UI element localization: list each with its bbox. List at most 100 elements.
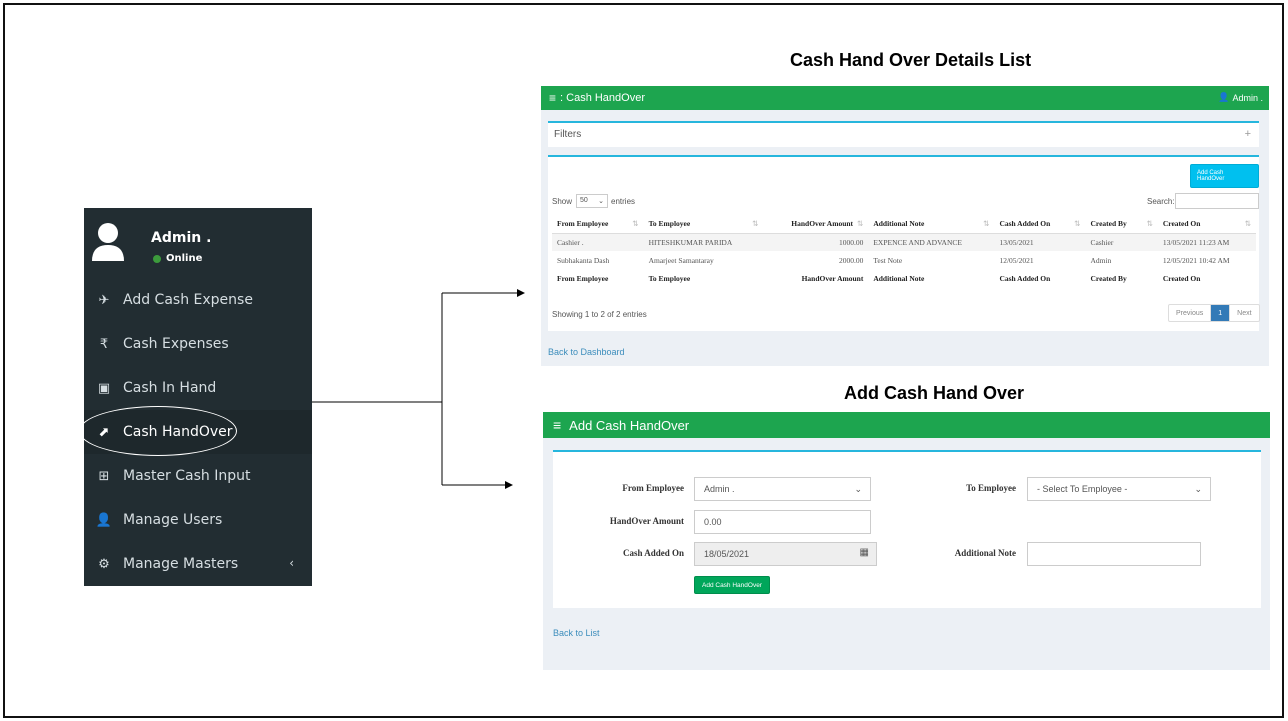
table-row: Cashier . HITESHKUMAR PARIDA 1000.00 EXP…: [552, 233, 1256, 251]
sidebar-item-label: Cash In Hand: [123, 380, 217, 396]
back-to-list-link[interactable]: Back to List: [553, 628, 600, 638]
cell-created-by: Cashier: [1085, 233, 1158, 251]
additional-note-input[interactable]: [1027, 542, 1201, 566]
cash-added-on-value: 18/05/2021: [704, 549, 750, 559]
back-to-dashboard-link[interactable]: Back to Dashboard: [548, 347, 625, 357]
sidebar-menu: ✈ Add Cash Expense ₹ Cash Expenses ▣ Cas…: [84, 278, 312, 586]
sidebar-item-cash-expenses[interactable]: ₹ Cash Expenses: [84, 322, 312, 366]
cash-added-on-input[interactable]: 18/05/2021 ▦: [694, 542, 877, 566]
add-section-title: Add Cash Hand Over: [844, 383, 1025, 403]
chevron-left-icon: ‹: [289, 556, 294, 570]
page-1-button[interactable]: 1: [1211, 305, 1231, 321]
col-created-by[interactable]: Created By ⇅: [1085, 215, 1158, 234]
user-status: Online: [153, 253, 202, 264]
cell-created-on: 12/05/2021 10:42 AM: [1162, 255, 1230, 265]
sidebar-item-label: Manage Users: [123, 512, 223, 528]
add-panel: ≡ Add Cash HandOver From Employee Admin …: [543, 412, 1270, 670]
entries-select[interactable]: 50 ⌄: [576, 194, 608, 208]
list-header-bar: ≡ : Cash HandOver 👤 Admin .: [541, 86, 1269, 110]
sidebar-item-label: Cash HandOver: [123, 424, 233, 440]
hamburger-icon[interactable]: ≡: [553, 417, 561, 433]
entries-value: 50: [580, 197, 588, 204]
col-additional-note[interactable]: Additional Note ⇅: [868, 215, 995, 234]
cell-note: EXPENCE AND ADVANCE: [868, 233, 995, 251]
submit-add-handover-button[interactable]: Add Cash HandOver: [694, 576, 770, 594]
sort-icon: ⇅: [1146, 219, 1153, 229]
sidebar-item-manage-masters[interactable]: ⚙ Manage Masters ‹: [84, 542, 312, 586]
col-from-employee[interactable]: From Employee ⇅: [552, 215, 644, 234]
chevron-down-icon: ⌄: [598, 198, 604, 205]
to-employee-value: - Select To Employee -: [1037, 484, 1128, 494]
table-info: Showing 1 to 2 of 2 entries: [552, 310, 647, 319]
from-employee-select[interactable]: Admin . ⌄: [694, 477, 871, 501]
foot-handover-amount: HandOver Amount: [801, 273, 864, 283]
admin-menu[interactable]: 👤 Admin .: [1218, 92, 1263, 103]
paper-plane-icon: ✈: [98, 292, 110, 308]
calendar-icon[interactable]: ▦: [860, 547, 869, 558]
header-title: Add Cash HandOver: [569, 417, 690, 433]
money-icon: ▣: [97, 380, 111, 396]
add-cash-handover-button[interactable]: Add Cash HandOver: [1190, 164, 1259, 188]
sidebar-item-master-cash-input[interactable]: ⊞ Master Cash Input: [84, 454, 312, 498]
sidebar-item-label: Manage Masters: [123, 556, 239, 572]
col-cash-added-on[interactable]: Cash Added On ⇅: [994, 215, 1086, 234]
cell-added-on: 12/05/2021: [999, 255, 1034, 265]
list-section-title: Cash Hand Over Details List: [790, 50, 1032, 70]
to-employee-label: To Employee: [966, 483, 1016, 493]
sidebar-item-manage-users[interactable]: 👤 Manage Users: [84, 498, 312, 542]
foot-from-employee: From Employee: [557, 273, 609, 283]
user-name: Admin .: [151, 230, 212, 246]
cell-created-by: Admin: [1090, 255, 1112, 265]
sidebar-item-label: Add Cash Expense: [123, 292, 253, 308]
cell-amount: 1000.00: [763, 233, 869, 251]
chevron-down-icon: ⌄: [854, 484, 862, 494]
next-button[interactable]: Next: [1230, 305, 1258, 321]
user-icon: 👤: [1218, 92, 1230, 102]
cell-created-on: 13/05/2021 11:23 AM: [1157, 233, 1256, 251]
add-form-box: From Employee Admin . ⌄ To Employee - Se…: [553, 450, 1261, 608]
handover-table: From Employee ⇅ To Employee ⇅ HandOver Amo…: [552, 215, 1256, 287]
list-box: Add Cash HandOver Show 50 ⌄ entries Sear…: [548, 155, 1260, 331]
filters-box[interactable]: Filters +: [548, 121, 1259, 147]
col-created-on[interactable]: Created On ⇅: [1157, 215, 1256, 234]
sort-icon: ⇅: [752, 219, 759, 229]
sort-icon: ⇅: [1074, 219, 1081, 229]
col-handover-amount[interactable]: HandOver Amount ⇅: [763, 215, 869, 234]
cash-added-on-label: Cash Added On: [622, 548, 684, 558]
sidebar-item-cash-in-hand[interactable]: ▣ Cash In Hand: [84, 366, 312, 410]
foot-to-employee: To Employee: [648, 273, 691, 283]
cell-from: Subhakanta Dash: [557, 255, 610, 265]
cell-to: HITESHKUMAR PARIDA: [643, 233, 764, 251]
search-input[interactable]: [1175, 193, 1259, 209]
sidebar-item-cash-handover[interactable]: ⬈ Cash HandOver: [84, 410, 312, 454]
entries-label: entries: [611, 197, 636, 206]
filters-label: Filters: [554, 129, 582, 140]
foot-cash-added-on: Cash Added On: [999, 273, 1051, 283]
foot-created-on: Created On: [1162, 273, 1201, 283]
plus-icon[interactable]: +: [1245, 128, 1251, 140]
sort-icon: ⇅: [857, 219, 864, 229]
pagination: Previous 1 Next: [1168, 304, 1260, 322]
amount-value: 0.00: [704, 517, 722, 527]
amount-input[interactable]: 0.00: [694, 510, 871, 534]
hamburger-icon[interactable]: ≡: [549, 91, 556, 105]
chevron-down-icon: ⌄: [1194, 484, 1202, 494]
table-row: Subhakanta Dash Amarjeet Samantaray 2000…: [552, 251, 1256, 269]
cell-added-on: 13/05/2021: [994, 233, 1086, 251]
share-square-icon: ⬈: [98, 424, 110, 440]
avatar: [92, 223, 124, 261]
from-employee-value: Admin .: [704, 484, 735, 494]
foot-additional-note: Additional Note: [873, 273, 925, 283]
sidebar-item-add-cash-expense[interactable]: ✈ Add Cash Expense: [84, 278, 312, 322]
sidebar-item-label: Master Cash Input: [123, 468, 251, 484]
header-title: : Cash HandOver: [560, 92, 645, 104]
sort-icon: ⇅: [983, 219, 990, 229]
plus-square-icon: ⊞: [98, 468, 110, 484]
sort-icon: ⇅: [1244, 219, 1251, 229]
list-panel: ≡ : Cash HandOver 👤 Admin . Filters + Ad…: [541, 86, 1269, 366]
add-header-bar: ≡ Add Cash HandOver: [543, 412, 1270, 438]
previous-button[interactable]: Previous: [1169, 305, 1212, 321]
col-to-employee[interactable]: To Employee ⇅: [643, 215, 764, 234]
cell-amount: 2000.00: [838, 255, 864, 265]
to-employee-select[interactable]: - Select To Employee - ⌄: [1027, 477, 1211, 501]
